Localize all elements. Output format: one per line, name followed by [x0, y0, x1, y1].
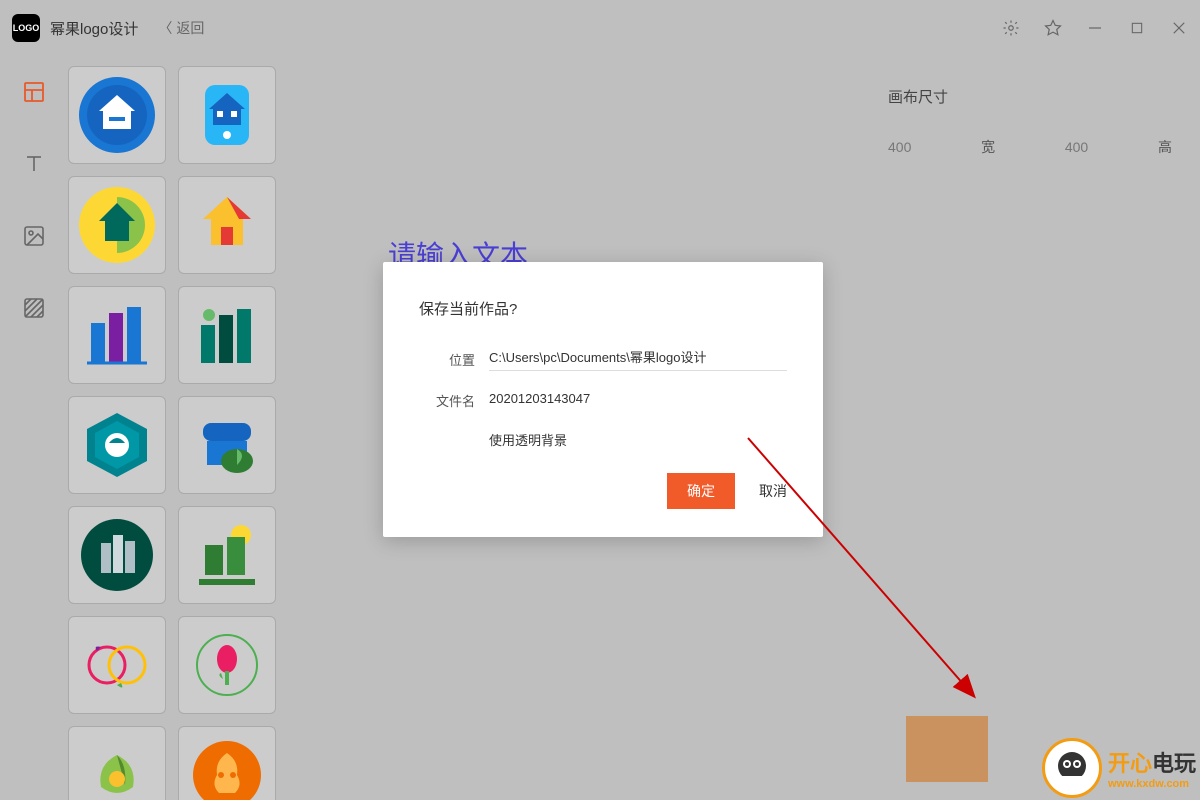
height-value: 400 — [1065, 139, 1088, 155]
dialog-title: 保存当前作品? — [419, 298, 787, 319]
transparent-checkbox-label[interactable]: 使用透明背景 — [489, 430, 787, 453]
logo-template[interactable] — [68, 286, 166, 384]
titlebar: LOGO 幂果logo设计 〈 返回 — [0, 0, 1200, 56]
logo-template[interactable] — [68, 396, 166, 494]
panel-title: 画布尺寸 — [888, 86, 1172, 107]
chevron-left-icon: 〈 — [158, 18, 172, 38]
confirm-button[interactable]: 确定 — [667, 473, 735, 509]
properties-panel: 画布尺寸 400 宽 400 高 — [860, 56, 1200, 800]
logo-template[interactable] — [68, 176, 166, 274]
logo-template[interactable] — [178, 506, 276, 604]
height-label: 高 — [1158, 137, 1172, 157]
logo-template[interactable] — [178, 616, 276, 714]
logo-template[interactable] — [68, 66, 166, 164]
watermark-mascot-icon — [1042, 738, 1102, 798]
width-label: 宽 — [981, 137, 995, 157]
logo-gallery — [68, 56, 318, 800]
app-logo: LOGO — [12, 14, 40, 42]
back-label: 返回 — [176, 18, 204, 38]
logo-template[interactable] — [68, 616, 166, 714]
gear-icon[interactable] — [1002, 19, 1020, 37]
watermark-brand-2: 电玩 — [1152, 751, 1196, 776]
save-export-button[interactable] — [906, 716, 988, 782]
close-icon[interactable] — [1170, 19, 1188, 37]
logo-template[interactable] — [178, 176, 276, 274]
maximize-icon[interactable] — [1128, 19, 1146, 37]
image-icon[interactable] — [22, 224, 46, 248]
cancel-button[interactable]: 取消 — [759, 481, 787, 501]
logo-template[interactable] — [68, 726, 166, 800]
width-value: 400 — [888, 139, 911, 155]
watermark: 开心电玩 www.kxdw.com — [1042, 738, 1196, 798]
pattern-icon[interactable] — [22, 296, 46, 320]
layout-icon[interactable] — [22, 80, 46, 104]
text-icon[interactable] — [22, 152, 46, 176]
logo-template[interactable] — [68, 506, 166, 604]
filename-label: 文件名 — [419, 391, 475, 410]
location-label: 位置 — [419, 350, 475, 369]
back-button[interactable]: 〈 返回 — [158, 18, 204, 38]
logo-template[interactable] — [178, 286, 276, 384]
star-icon[interactable] — [1044, 19, 1062, 37]
minimize-icon[interactable] — [1086, 19, 1104, 37]
filename-input[interactable]: 20201203143047 — [489, 391, 787, 410]
watermark-brand-1: 开心 — [1108, 751, 1152, 776]
logo-template[interactable] — [178, 66, 276, 164]
location-input[interactable]: C:\Users\pc\Documents\幂果logo设计 — [489, 347, 787, 371]
watermark-url: www.kxdw.com — [1108, 778, 1196, 790]
app-title: 幂果logo设计 — [50, 18, 138, 39]
logo-template[interactable] — [178, 726, 276, 800]
sidebar — [0, 56, 68, 800]
logo-template[interactable] — [178, 396, 276, 494]
save-dialog: 保存当前作品? 位置 C:\Users\pc\Documents\幂果logo设… — [383, 262, 823, 537]
